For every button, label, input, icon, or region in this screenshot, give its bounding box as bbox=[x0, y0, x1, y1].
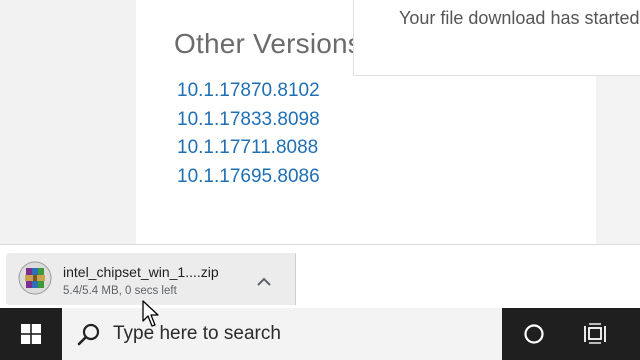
version-link-2[interactable]: 10.1.17833.8098 bbox=[177, 109, 320, 130]
cortana-button[interactable] bbox=[510, 308, 558, 360]
task-view-button[interactable] bbox=[572, 308, 620, 360]
page-left-margin bbox=[0, 0, 136, 244]
download-options-button[interactable] bbox=[252, 269, 276, 293]
search-placeholder: Type here to search bbox=[113, 323, 281, 344]
download-file-name: intel_chipset_win_1....zip bbox=[63, 264, 219, 280]
winrar-archive-icon bbox=[18, 261, 52, 295]
list-item: 10.1.17711.8088 bbox=[177, 134, 320, 163]
download-shelf: intel_chipset_win_1....zip 5.4/5.4 MB, 0… bbox=[0, 244, 640, 308]
web-page-viewport: Other Versions 10.1.17870.8102 10.1.1783… bbox=[0, 0, 640, 244]
list-item: 10.1.17695.8086 bbox=[177, 163, 320, 192]
download-started-toast: Your file download has started bbox=[353, 0, 640, 76]
search-icon bbox=[77, 323, 100, 346]
download-item[interactable]: intel_chipset_win_1....zip 5.4/5.4 MB, 0… bbox=[6, 253, 296, 305]
version-link-3[interactable]: 10.1.17711.8088 bbox=[177, 137, 318, 158]
task-view-icon bbox=[584, 323, 606, 344]
shelf-divider bbox=[295, 253, 296, 305]
download-status: 5.4/5.4 MB, 0 secs left bbox=[63, 285, 177, 297]
start-button[interactable] bbox=[0, 308, 62, 360]
page-right-margin bbox=[596, 76, 640, 244]
chevron-up-icon bbox=[257, 277, 271, 286]
list-item: 10.1.17870.8102 bbox=[177, 77, 320, 106]
toast-message: Your file download has started bbox=[399, 8, 640, 28]
taskbar: Type here to search bbox=[0, 308, 640, 360]
cortana-icon bbox=[524, 324, 544, 344]
taskbar-search-box[interactable]: Type here to search bbox=[62, 308, 502, 360]
list-item: 10.1.17833.8098 bbox=[177, 106, 320, 135]
version-link-4[interactable]: 10.1.17695.8086 bbox=[177, 166, 320, 187]
version-link-1[interactable]: 10.1.17870.8102 bbox=[177, 80, 320, 101]
version-list: 10.1.17870.8102 10.1.17833.8098 10.1.177… bbox=[177, 77, 320, 191]
mouse-cursor-icon bbox=[142, 300, 159, 327]
other-versions-heading: Other Versions bbox=[174, 28, 362, 59]
windows-start-icon bbox=[21, 324, 41, 344]
